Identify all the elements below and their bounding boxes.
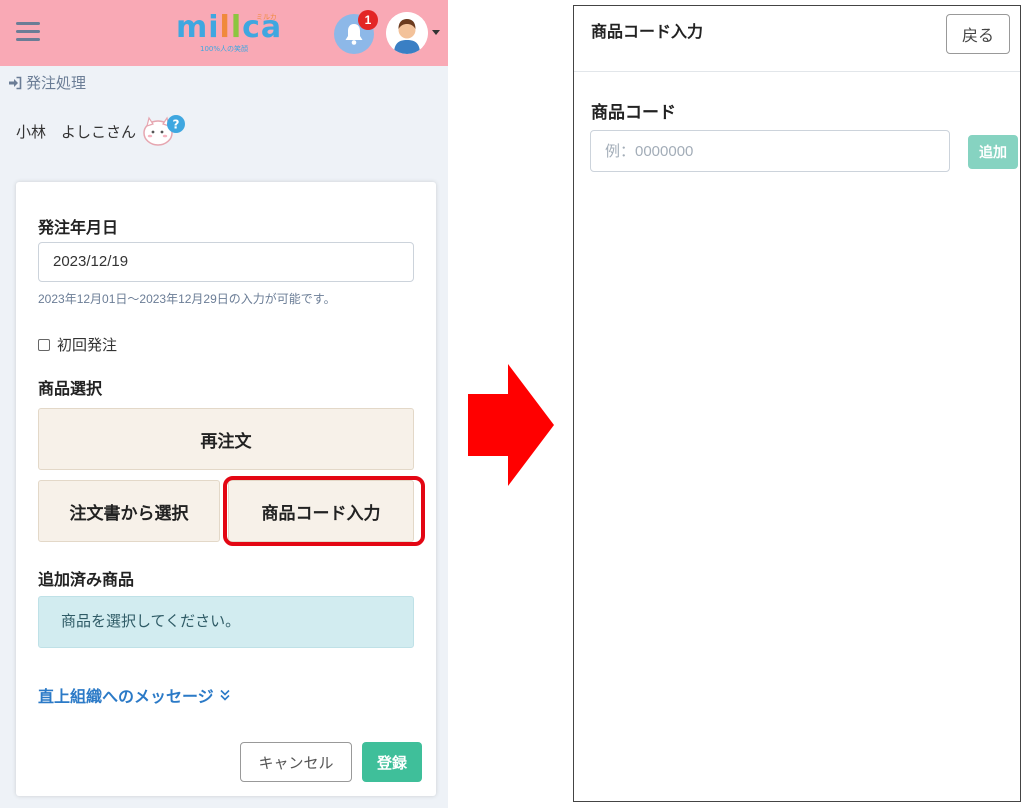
message-to-parent-org-link[interactable]: 直上組織へのメッセージ xyxy=(38,683,230,707)
product-code-label: 商品コード xyxy=(591,103,676,122)
register-button[interactable]: 登録 xyxy=(362,742,422,782)
added-products-empty-notice: 商品を選択してください。 xyxy=(38,596,414,648)
first-order-label: 初回発注 xyxy=(57,337,118,354)
help-mascot-icon[interactable]: ? xyxy=(140,114,186,148)
add-button[interactable]: 追加 xyxy=(968,135,1018,169)
product-code-screen: 商品コード入力 戻る 商品コード 追加 xyxy=(573,5,1021,802)
message-link-label: 直上組織へのメッセージ xyxy=(38,689,214,706)
reorder-button[interactable]: 再注文 xyxy=(38,408,414,470)
product-code-header: 商品コード入力 戻る xyxy=(574,6,1020,72)
hamburger-menu-icon[interactable] xyxy=(16,22,40,42)
cancel-button[interactable]: キャンセル xyxy=(240,742,352,782)
svg-text:?: ? xyxy=(173,118,180,132)
breadcrumb-label: 発注処理 xyxy=(26,75,87,92)
highlight-annotation xyxy=(223,476,425,546)
first-order-checkbox[interactable] xyxy=(38,338,50,351)
order-form-card: 発注年月日 2023/12/19 2023年12月01日～2023年12月29日… xyxy=(16,182,436,796)
user-avatar[interactable] xyxy=(386,12,428,54)
back-button[interactable]: 戻る xyxy=(946,14,1010,54)
page-title: 商品コード入力 xyxy=(591,24,704,41)
notification-count-badge: 1 xyxy=(358,10,378,30)
breadcrumb[interactable]: 発注処理 xyxy=(8,72,86,93)
sign-in-arrow-icon xyxy=(9,76,22,89)
order-date-help-text: 2023年12月01日～2023年12月29日の入力が可能です。 xyxy=(38,292,336,306)
added-products-label: 追加済み商品 xyxy=(38,572,135,589)
transition-arrow-icon xyxy=(468,364,554,486)
double-chevron-down-icon xyxy=(220,689,230,701)
logo-subtitle: 100%人の笑顔 xyxy=(200,45,249,53)
product-select-label: 商品選択 xyxy=(38,381,103,398)
order-screen: millca ミルカ 100%人の笑顔 1 発注処理 小林 よしこさん ? 発注… xyxy=(0,0,448,808)
order-date-input[interactable]: 2023/12/19 xyxy=(38,242,414,282)
logo-kana: ミルカ xyxy=(256,13,277,21)
user-name: 小林 よしこさん xyxy=(16,124,137,141)
app-header: millca ミルカ 100%人の笑顔 1 xyxy=(0,0,448,66)
millca-logo[interactable]: millca ミルカ 100%人の笑顔 xyxy=(174,10,284,54)
product-code-input[interactable] xyxy=(590,130,950,172)
avatar-dropdown-caret-icon[interactable] xyxy=(432,30,440,35)
select-from-order-sheet-button[interactable]: 注文書から選択 xyxy=(38,480,220,542)
order-date-label: 発注年月日 xyxy=(38,220,119,237)
first-order-checkbox-row[interactable]: 初回発注 xyxy=(38,334,117,355)
